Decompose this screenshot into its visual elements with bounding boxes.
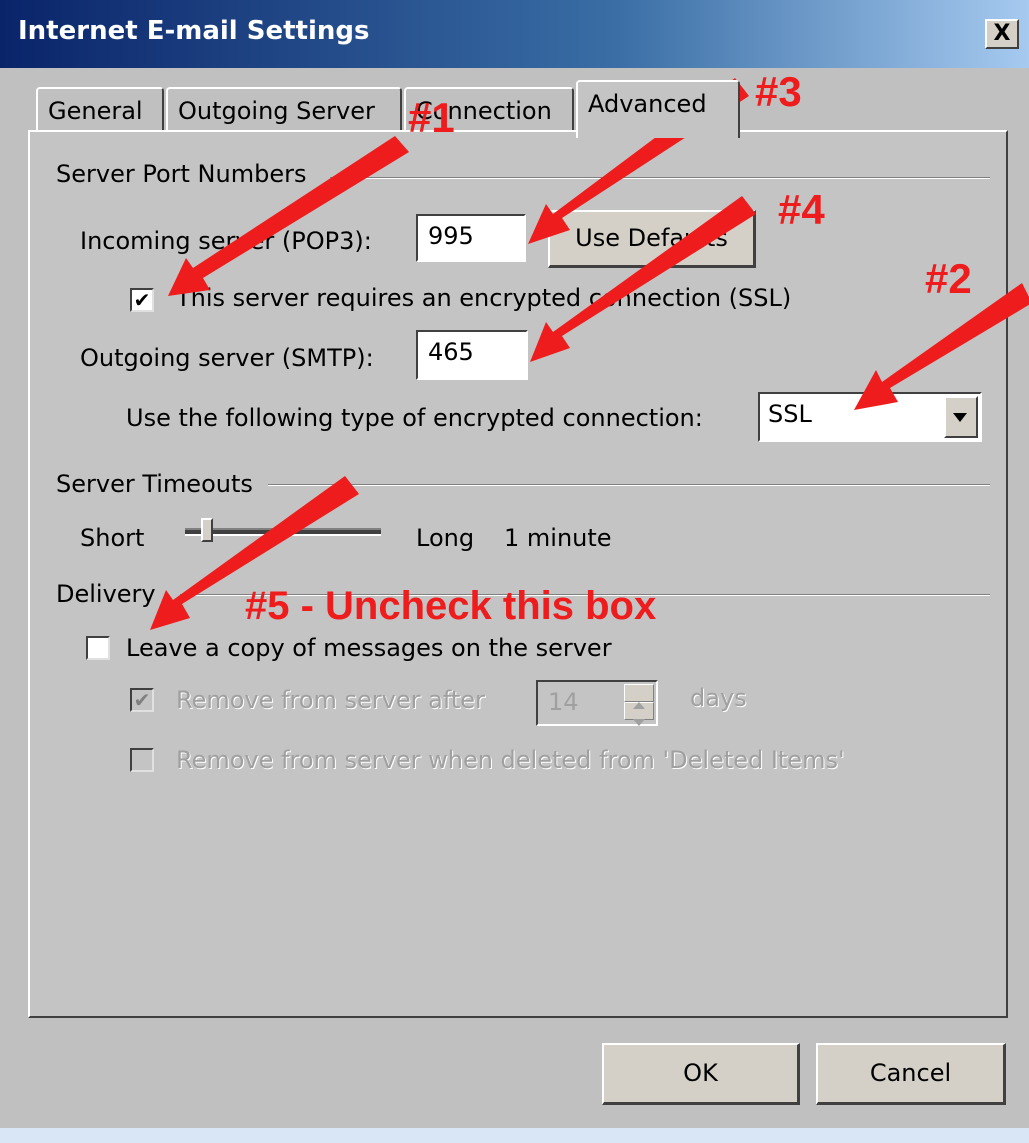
tab-advanced[interactable]: Advanced <box>576 80 740 138</box>
annotation-5: #5 - Uncheck this box <box>245 584 657 628</box>
annotation-4: #4 <box>778 186 825 233</box>
arrow-1 <box>168 136 409 296</box>
annotation-3: #3 <box>755 68 802 115</box>
annotation-arrows <box>150 78 1029 630</box>
annotation-1: #1 <box>408 94 455 141</box>
tab-advanced-label: Advanced <box>588 90 707 118</box>
annotation-2: #2 <box>925 255 972 302</box>
